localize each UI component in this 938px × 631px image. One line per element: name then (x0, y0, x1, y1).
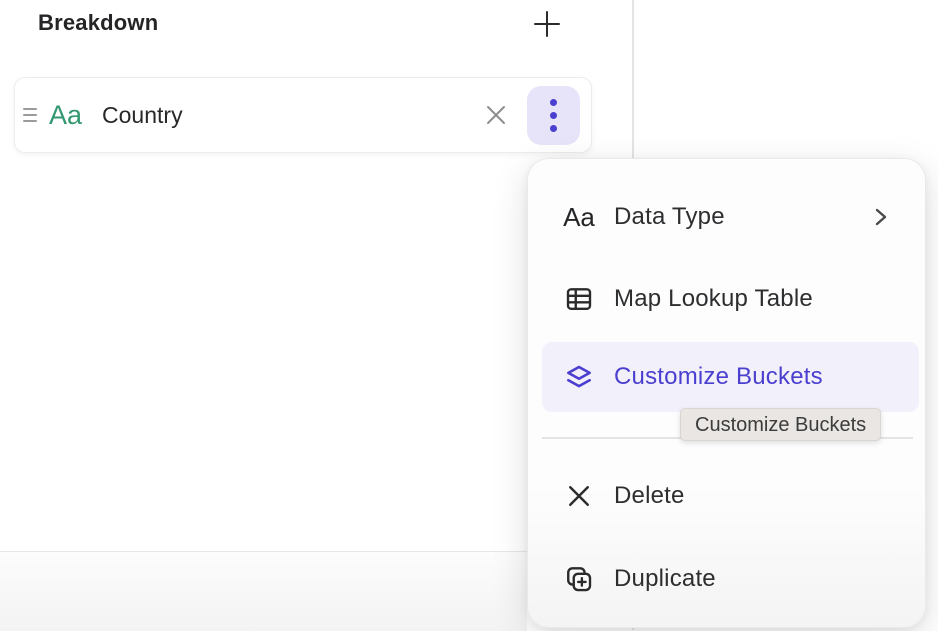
field-label: Country (102, 102, 479, 129)
menu-item-data-type[interactable]: Aa Data Type (542, 182, 919, 252)
remove-field-button[interactable] (479, 98, 513, 132)
panel-footer (0, 551, 527, 631)
menu-item-duplicate[interactable]: Duplicate (542, 544, 919, 614)
drag-handle-icon[interactable] (23, 108, 37, 122)
chevron-right-icon (873, 205, 889, 229)
plus-icon (531, 8, 563, 40)
field-options-menu: Aa Data Type Map Lookup Table Customize … (527, 158, 926, 628)
page-title: Breakdown (38, 10, 158, 36)
text-data-type-icon: Aa (49, 100, 82, 131)
menu-item-map-lookup-table[interactable]: Map Lookup Table (542, 264, 919, 334)
stack-icon (564, 362, 594, 392)
breakdown-field-card[interactable]: Aa Country (14, 77, 592, 153)
customize-buckets-tooltip: Customize Buckets (680, 408, 881, 441)
table-icon (564, 284, 594, 314)
x-icon (564, 482, 594, 510)
close-icon (482, 101, 510, 129)
copy-plus-icon (564, 564, 594, 594)
menu-item-delete[interactable]: Delete (542, 461, 919, 531)
field-options-button[interactable] (527, 86, 580, 145)
menu-item-customize-buckets[interactable]: Customize Buckets (542, 342, 919, 412)
data-type-icon: Aa (564, 202, 594, 233)
add-breakdown-button[interactable] (527, 4, 567, 44)
